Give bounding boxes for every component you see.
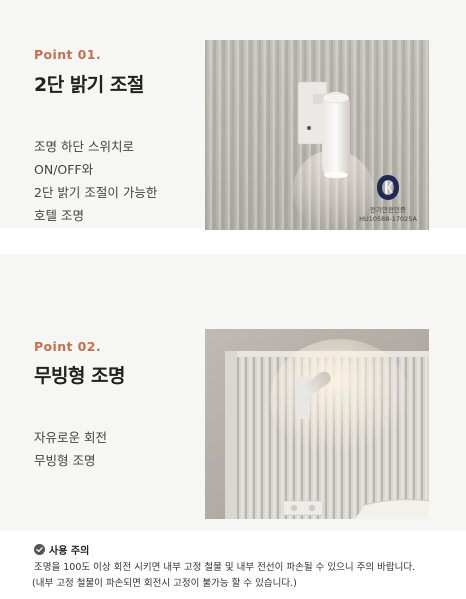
feature-section-1: Point 01. 2단 밝기 조절 조명 하단 스위치로 ON/OFF와 2단… — [0, 0, 466, 230]
caution-text: 조명을 100도 이상 회전 시키면 내부 고정 철물 및 내부 전선이 파손될… — [34, 562, 416, 573]
check-circle-icon — [34, 543, 45, 555]
bedroom-lamp-photo — [205, 329, 429, 519]
description-line: 호텔 조명 — [34, 208, 84, 223]
feature-description: 자유로운 회전 무빙형 조명 — [34, 426, 107, 472]
description-line: ON/OFF와 — [34, 162, 94, 177]
kc-certification-badge: 전기안전인증 HU10588-17025A — [357, 174, 419, 224]
caution-header: 사용 주의 — [34, 542, 454, 557]
feature-description: 조명 하단 스위치로 ON/OFF와 2단 밝기 조절이 가능한 호텔 조명 — [34, 135, 157, 227]
description-line: 자유로운 회전 — [34, 430, 107, 445]
point-label: Point 01. — [34, 47, 102, 62]
kc-cert-number: HU10588-17025A — [359, 215, 417, 223]
kc-cert-label: 전기안전인증 — [370, 206, 406, 214]
feature-title: 2단 밝기 조절 — [34, 74, 144, 96]
caution-text: (내부 고정 철물이 파손되면 회전시 고정이 불가능 할 수 있습니다.) — [32, 578, 297, 589]
usage-caution: 사용 주의 조명을 100도 이상 회전 시키면 내부 고정 철물 및 내부 전… — [32, 542, 454, 592]
kc-mark-icon — [377, 175, 399, 200]
description-line: 2단 밝기 조절이 가능한 — [34, 185, 158, 200]
description-line: 무빙형 조명 — [34, 453, 96, 468]
feature-title: 무빙형 조명 — [34, 365, 126, 387]
description-line: 조명 하단 스위치로 — [34, 139, 134, 154]
caution-title: 사용 주의 — [49, 545, 90, 557]
point-label: Point 02. — [34, 339, 102, 354]
wall-lamp-photo: 전기안전인증 HU10588-17025A — [205, 40, 429, 230]
